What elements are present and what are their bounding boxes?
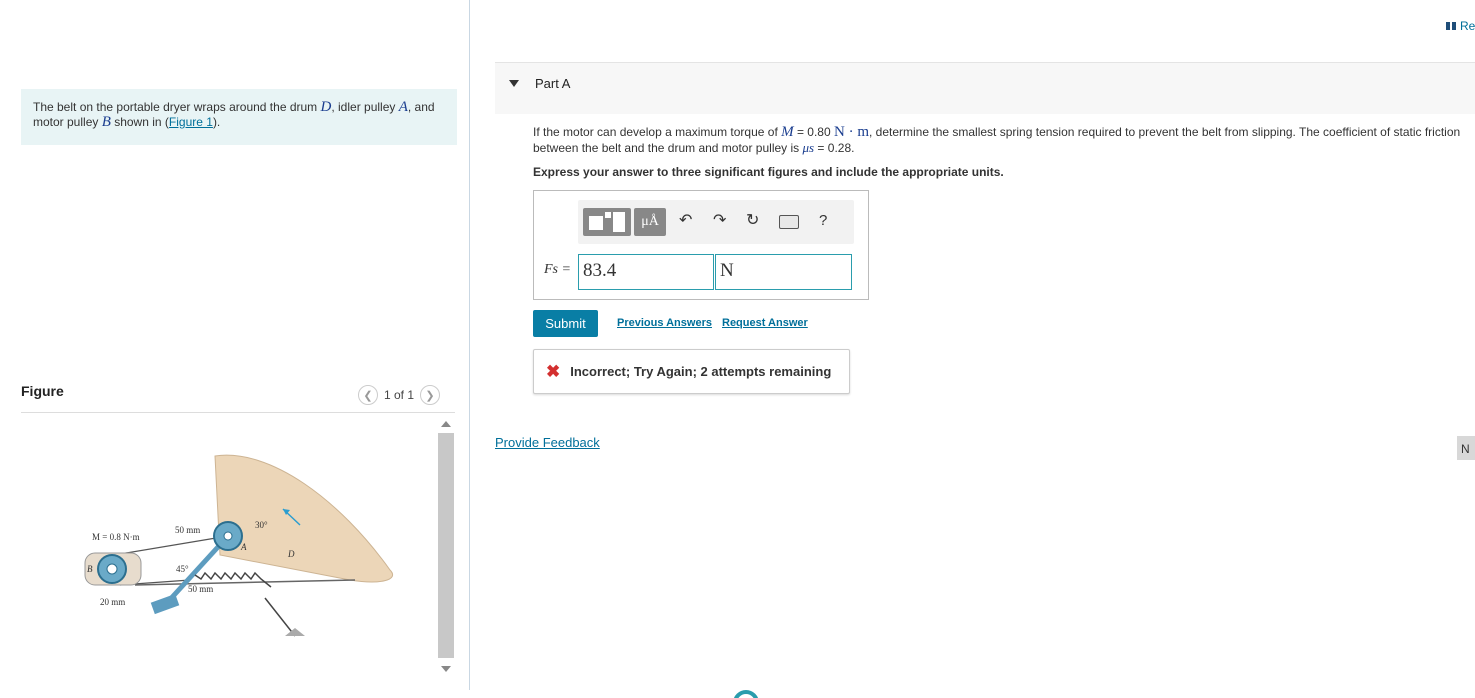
provide-feedback-link[interactable]: Provide Feedback xyxy=(495,435,600,450)
part-header[interactable] xyxy=(495,62,1475,114)
symbol-M: M xyxy=(781,124,794,140)
review-icon xyxy=(1446,22,1456,30)
units-button[interactable]: μÅ xyxy=(634,208,666,236)
answer-instruction: Express your answer to three significant… xyxy=(533,165,1004,179)
label-radius: 20 mm xyxy=(100,597,125,607)
symbol-D: D xyxy=(320,99,332,115)
label-angle-45: 45° xyxy=(176,564,189,574)
label-dist-bottom: 50 mm xyxy=(188,584,213,594)
symbol-A: A xyxy=(398,99,408,115)
base-line xyxy=(134,579,356,586)
label-moment: M = 0.8 N·m xyxy=(92,532,140,542)
symbol-B: B xyxy=(101,114,111,130)
scroll-down-arrow[interactable] xyxy=(441,666,451,672)
figure-image: M = 0.8 N·m 50 mm 50 mm 20 mm 45° 30° A … xyxy=(84,454,393,637)
answer-unit-input[interactable]: N xyxy=(715,254,852,290)
undo-icon[interactable]: ↶ xyxy=(679,210,692,230)
pane-divider[interactable] xyxy=(469,0,470,690)
feedback-text: Incorrect; Try Again; 2 attempts remaini… xyxy=(570,364,832,379)
help-bubble-icon[interactable] xyxy=(733,690,759,698)
next-button[interactable]: N xyxy=(1457,436,1475,460)
chevron-right-icon[interactable]: ❯ xyxy=(420,385,441,405)
question-text: If the motor can develop a maximum torqu… xyxy=(533,124,1461,156)
submit-button[interactable]: Submit xyxy=(533,310,598,337)
x-icon: ✖ xyxy=(546,361,561,381)
reset-icon[interactable]: ↻ xyxy=(746,210,759,230)
label-dist-top: 50 mm xyxy=(175,525,200,535)
drum-shape xyxy=(214,454,393,583)
answer-label: Fs = xyxy=(544,262,571,277)
scroll-up-arrow[interactable] xyxy=(441,421,451,427)
figure-link[interactable]: Figure 1 xyxy=(169,115,213,129)
review-link[interactable]: Re xyxy=(1446,19,1475,33)
redo-icon[interactable]: ↷ xyxy=(713,210,726,230)
keyboard-icon[interactable] xyxy=(779,215,799,229)
label-B: B xyxy=(87,564,93,574)
label-A: A xyxy=(240,542,247,552)
unit-Nm: N · m xyxy=(834,124,869,140)
symbol-mu-s: μs xyxy=(802,140,815,155)
request-answer-link[interactable]: Request Answer xyxy=(722,317,808,329)
previous-answers-link[interactable]: Previous Answers xyxy=(617,317,712,329)
scroll-thumb[interactable] xyxy=(438,433,454,658)
help-button[interactable]: ? xyxy=(819,212,827,229)
chevron-left-icon[interactable]: ❮ xyxy=(358,385,378,405)
figure-title: Figure xyxy=(21,383,64,399)
figure-page-count: 1 of 1 xyxy=(384,388,415,402)
label-angle-30: 30° xyxy=(255,520,268,530)
arm-base xyxy=(150,593,180,615)
feedback-message: ✖ Incorrect; Try Again; 2 attempts remai… xyxy=(533,349,850,394)
answer-value-input[interactable]: 83.4 xyxy=(578,254,714,290)
figure-divider xyxy=(21,412,455,413)
label-D: D xyxy=(287,549,295,559)
caret-down-icon[interactable] xyxy=(509,80,519,87)
problem-statement: The belt on the portable dryer wraps aro… xyxy=(21,89,457,145)
templates-icon[interactable] xyxy=(583,208,631,236)
figure-pager: ❮ 1 of 1 ❯ xyxy=(358,384,441,406)
part-title[interactable]: Part A xyxy=(535,76,570,91)
